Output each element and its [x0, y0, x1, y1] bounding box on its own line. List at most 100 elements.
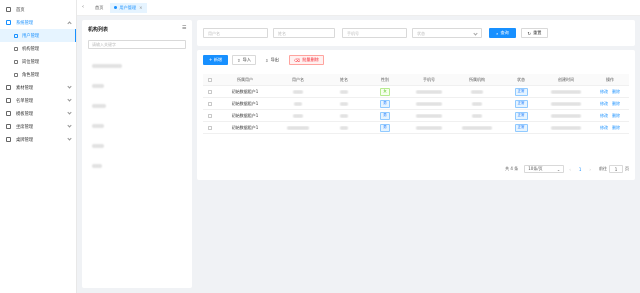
active-dot-icon: [114, 6, 118, 9]
table-header: 所属用户 用户名 姓名 性别 手机号 所属机构 状态 创建时间 操作: [203, 74, 629, 86]
sidebar-item-label: 桌牌管理: [16, 137, 34, 143]
col-header: 创建时间: [558, 76, 574, 82]
cell-owner: 初始数据租户1: [231, 112, 259, 118]
sidebar-item-label: 用户管理: [22, 33, 40, 39]
close-icon[interactable]: ×: [139, 5, 142, 10]
sidebar-item-orgs[interactable]: 机构管理: [0, 42, 76, 55]
menu-icon[interactable]: ☰: [182, 25, 187, 31]
goto-page-input[interactable]: 1: [609, 165, 623, 173]
edit-link[interactable]: 修改: [600, 113, 608, 119]
search-button-label: 查询: [500, 30, 509, 35]
chevron-down-icon: [67, 110, 72, 115]
delete-link[interactable]: 删除: [612, 125, 620, 131]
arrow-left-icon[interactable]: ‹: [82, 5, 87, 10]
reset-button[interactable]: ↻ 重置: [521, 28, 548, 38]
cell-phone: [416, 89, 442, 94]
import-button[interactable]: ⇧ 导入: [232, 55, 256, 65]
card-icon: [6, 137, 11, 142]
org-search-input[interactable]: 请输入关键字: [88, 40, 186, 49]
tab-users[interactable]: 用户管理 ×: [110, 2, 147, 13]
page-size-value: 10条/页: [528, 166, 543, 171]
cell-created: [551, 89, 581, 94]
delete-link[interactable]: 删除: [612, 101, 620, 107]
col-header: 所属机构: [469, 76, 485, 82]
sidebar-item-label: 坐席管理: [16, 124, 34, 130]
row-checkbox[interactable]: [208, 89, 212, 94]
col-header: 姓名: [340, 76, 348, 82]
cell-name: [340, 101, 348, 106]
table-row[interactable]: 初始数据租户1 男 正常 修改 删除: [203, 110, 629, 122]
col-header: 状态: [517, 76, 525, 82]
row-checkbox[interactable]: [208, 125, 212, 130]
export-button[interactable]: ⇩ 导出: [260, 55, 284, 65]
sidebar-item-system[interactable]: 系统管理: [0, 16, 76, 29]
sidebar-item-materials[interactable]: 素材管理: [0, 81, 76, 94]
org-tree-node[interactable]: [92, 64, 122, 68]
refresh-icon: ↻: [527, 30, 532, 36]
add-button[interactable]: + 新增: [203, 55, 228, 65]
table-row[interactable]: 初始数据租户1 男 正常 修改 删除: [203, 122, 629, 134]
sidebar-item-label: 系统管理: [16, 20, 34, 26]
prev-page-icon[interactable]: ‹: [569, 167, 571, 172]
cell-username: [293, 89, 303, 94]
user-icon: [14, 33, 18, 38]
sidebar-item-positions[interactable]: 岗位管理: [0, 55, 76, 68]
folder-icon: [6, 85, 11, 90]
org-tree-node[interactable]: [92, 104, 106, 108]
org-tree-node[interactable]: [92, 144, 104, 148]
chevron-down-icon: [67, 123, 72, 128]
col-header: 所属用户: [237, 76, 253, 82]
cell-org: [472, 113, 482, 118]
pagination: 共 4 条 10条/页 ⌄ ‹ 1 › 前往 1 页: [505, 165, 629, 173]
sidebar-item-label: 机构管理: [22, 46, 40, 52]
username-input[interactable]: 用户名: [203, 28, 268, 38]
phone-input[interactable]: 手机号: [342, 28, 407, 38]
select-all-checkbox[interactable]: [208, 77, 212, 82]
search-button[interactable]: ⌕ 查询: [489, 28, 516, 38]
sidebar-item-templates[interactable]: 模板管理: [0, 107, 76, 120]
edit-link[interactable]: 修改: [600, 89, 608, 95]
next-page-icon[interactable]: ›: [589, 167, 591, 172]
col-header: 手机号: [423, 76, 435, 82]
chevron-down-icon: [67, 136, 72, 141]
sidebar-item-seats[interactable]: 坐席管理: [0, 120, 76, 133]
search-icon: ⌕: [496, 30, 499, 36]
edit-link[interactable]: 修改: [600, 125, 608, 131]
status-select[interactable]: 状态: [412, 28, 482, 38]
seat-icon: [6, 124, 11, 129]
sidebar-item-lists[interactable]: 名单管理: [0, 94, 76, 107]
batch-delete-button[interactable]: ⌫ 批量删除: [289, 55, 324, 65]
chevron-down-icon: ⌄: [556, 166, 561, 172]
page-size-select[interactable]: 10条/页 ⌄: [524, 165, 565, 173]
sidebar-item-users[interactable]: 用户管理: [0, 29, 76, 42]
sidebar-item-label: 岗位管理: [22, 59, 40, 65]
table-row[interactable]: 初始数据租户1 男 正常 修改 删除: [203, 98, 629, 110]
cell-owner: 初始数据租户1: [231, 100, 259, 106]
delete-link[interactable]: 删除: [612, 113, 620, 119]
org-tree-node[interactable]: [92, 124, 104, 128]
cell-org: [471, 89, 483, 94]
template-icon: [6, 111, 11, 116]
name-input[interactable]: 姓名: [273, 28, 335, 38]
sidebar-item-tablecards[interactable]: 桌牌管理: [0, 133, 76, 146]
delete-link[interactable]: 删除: [612, 89, 620, 95]
filter-bar: 用户名 姓名 手机号 状态 ⌕ 查询 ↻ 重置: [197, 20, 635, 46]
tab-label: 用户管理: [119, 4, 137, 10]
cell-phone: [416, 125, 442, 130]
import-button-label: 导入: [242, 57, 251, 62]
sidebar-item-roles[interactable]: 角色管理: [0, 68, 76, 81]
edit-link[interactable]: 修改: [600, 101, 608, 107]
status-badge: 正常: [514, 99, 528, 108]
page-number[interactable]: 1: [575, 165, 585, 173]
row-checkbox[interactable]: [208, 113, 212, 118]
goto-label: 前往: [599, 166, 607, 171]
upload-icon: ⇧: [237, 57, 241, 63]
gender-tag: 男: [380, 111, 390, 120]
tab-home[interactable]: 首页: [91, 3, 107, 13]
sidebar-item-home[interactable]: 首页: [0, 3, 76, 16]
cell-org: [462, 125, 492, 130]
org-tree-node[interactable]: [92, 84, 104, 88]
org-tree-node[interactable]: [92, 164, 102, 168]
row-checkbox[interactable]: [208, 101, 212, 106]
table-row[interactable]: 初始数据租户1 女 正常 修改 删除: [203, 86, 629, 98]
